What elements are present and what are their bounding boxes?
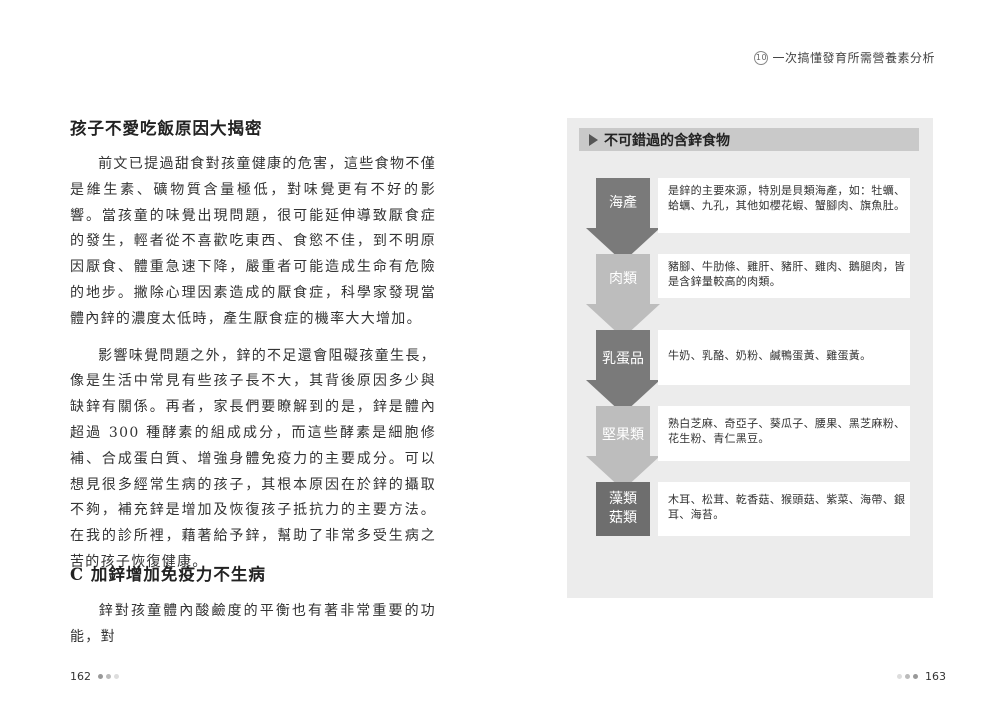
category-label: 肉類 — [609, 271, 637, 287]
triangle-right-icon — [589, 133, 598, 146]
page-number-left: 162 — [70, 670, 119, 683]
dot-icon — [913, 674, 918, 679]
page-number-right: 163 — [897, 670, 946, 683]
panel-title-bar: 不可錯過的含鋅食物 — [579, 128, 919, 151]
category-arrow-algae-mushroom: 藻類菇類 — [586, 482, 660, 536]
dot-icon — [905, 674, 910, 679]
category-desc: 牛奶、乳酪、奶粉、鹹鴨蛋黃、雞蛋黃。 — [658, 330, 910, 385]
category-desc: 熟白芝麻、奇亞子、葵瓜子、腰果、黑芝麻粉、花生粉、青仁黑豆。 — [658, 406, 910, 461]
category-arrow-meat: 肉類 — [586, 254, 660, 338]
category-desc: 是鋅的主要來源，特別是貝類海產，如：牡蠣、蛤蠣、九孔，其他如櫻花蝦、蟹腳肉、旗魚… — [658, 178, 910, 233]
dot-icon — [114, 674, 119, 679]
category-desc: 豬腳、牛肋條、雞肝、豬肝、雞肉、鵝腿肉，皆是含鋅量較高的肉類。 — [658, 254, 910, 298]
category-label: 海產 — [609, 195, 637, 211]
paragraph-3: 鋅對孩童體內酸鹼度的平衡也有著非常重要的功能，對 — [70, 603, 436, 645]
chapter-badge-icon: 10 — [754, 50, 769, 65]
category-label: 堅果類 — [602, 427, 644, 443]
category-desc: 木耳、松茸、乾香菇、猴頭菇、紫菜、海帶、銀耳、海苔。 — [658, 482, 910, 536]
category-arrow-dairy-egg: 乳蛋品 — [586, 330, 660, 414]
chapter-title: 一次搞懂發育所需營養素分析 — [772, 51, 935, 65]
dot-icon — [106, 674, 111, 679]
dot-icon — [897, 674, 902, 679]
dot-icon — [98, 674, 103, 679]
category-arrow-seafood: 海產 — [586, 178, 660, 262]
left-page-body: 孩子不愛吃飯原因大揭密 前文已提過甜食對孩童健康的危害，這些食物不僅是維生素、礦… — [70, 115, 436, 645]
section-heading: 孩子不愛吃飯原因大揭密 — [70, 119, 263, 138]
zinc-foods-panel: 不可錯過的含鋅食物 海產 是鋅的主要來源，特別是貝類海產，如：牡蠣、蛤蠣、九孔，… — [567, 118, 933, 598]
category-arrow-nuts: 堅果類 — [586, 406, 660, 490]
running-header: 10 一次搞懂發育所需營養素分析 — [754, 49, 935, 66]
category-label: 乳蛋品 — [602, 351, 644, 367]
section-heading-2: C 加鋅增加免疫力不生病 — [70, 565, 266, 584]
paragraph-1: 前文已提過甜食對孩童健康的危害，這些食物不僅是維生素、礦物質含量極低，對味覺更有… — [70, 156, 436, 327]
category-label: 藻類菇類 — [609, 491, 637, 526]
paragraph-2: 影響味覺問題之外，鋅的不足還會阻礙孩童生長，像是生活中常見有些孩子長不大，其背後… — [70, 347, 436, 570]
